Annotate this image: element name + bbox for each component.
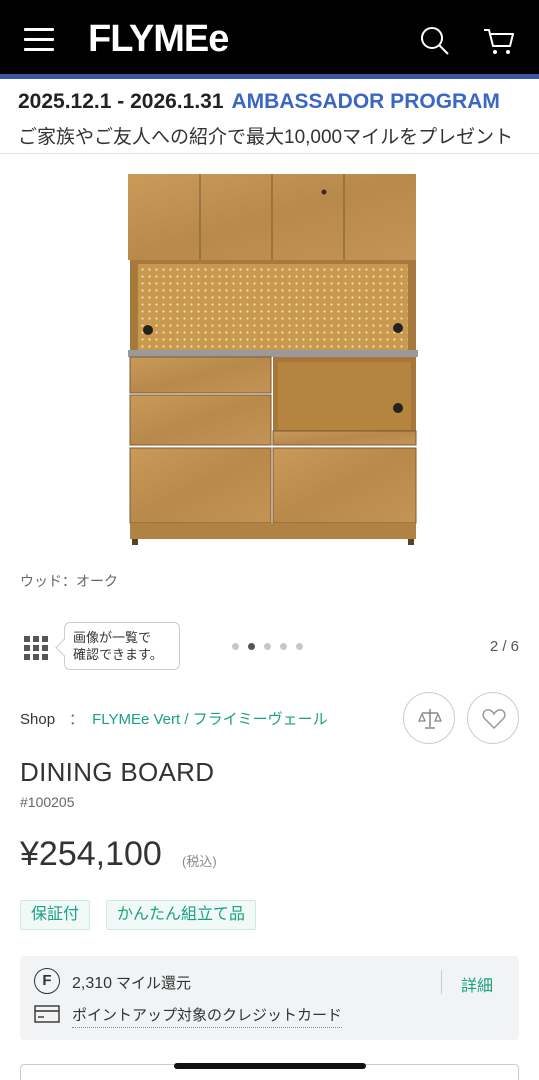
promo-program-name: AMBASSADOR PROGRAM bbox=[231, 90, 500, 113]
pagination-dot[interactable] bbox=[264, 643, 271, 650]
easy-assembly-badge: かんたん組立て品 bbox=[106, 900, 257, 930]
points-amount: 2,310 bbox=[72, 975, 113, 992]
product-title: DINING BOARD bbox=[20, 757, 215, 787]
promo-headline: 2025.12.1 - 2026.1.31 AMBASSADOR PROGRAM bbox=[18, 90, 500, 114]
favorite-button[interactable] bbox=[467, 692, 519, 744]
heart-icon bbox=[482, 709, 506, 730]
shop-row: Shop ： FLYMEe Vert / フライミーヴェール bbox=[20, 708, 328, 729]
tooltip-line1: 画像が一覧で bbox=[73, 630, 152, 645]
search-icon[interactable] bbox=[418, 24, 452, 58]
variant-caption: ウッド：オーク bbox=[20, 573, 118, 589]
points-detail-link[interactable]: 詳細 bbox=[461, 972, 493, 996]
promo-banner[interactable]: 2025.12.1 - 2026.1.31 AMBASSADOR PROGRAM … bbox=[0, 79, 539, 154]
gallery-tooltip: 画像が一覧で 確認できます。 bbox=[64, 622, 180, 670]
shop-link[interactable]: FLYMEe Vert / フライミーヴェール bbox=[92, 711, 328, 728]
home-indicator bbox=[174, 1063, 366, 1069]
points-box: F 2,310 マイル還元 詳細 ポイントアップ対象のクレジットカード bbox=[20, 956, 519, 1040]
promo-date-range: 2025.12.1 - 2026.1.31 bbox=[18, 90, 224, 113]
pagination-dot[interactable] bbox=[232, 643, 239, 650]
pagination-dot-active[interactable] bbox=[248, 643, 255, 650]
top-header: FLYMEe bbox=[0, 0, 539, 79]
product-image[interactable] bbox=[118, 168, 428, 552]
gallery-pagination bbox=[232, 643, 303, 650]
points-unit: マイル還元 bbox=[116, 975, 192, 992]
flymee-points-icon: F bbox=[34, 968, 60, 994]
product-price: ¥254,100 bbox=[20, 835, 162, 873]
pagination-dot[interactable] bbox=[296, 643, 303, 650]
product-sku: #100205 bbox=[20, 794, 75, 810]
divider bbox=[441, 970, 442, 994]
tax-note: (税込) bbox=[182, 854, 217, 869]
compare-button[interactable] bbox=[403, 692, 455, 744]
pagination-dot[interactable] bbox=[280, 643, 287, 650]
scale-icon bbox=[418, 709, 442, 729]
cart-icon[interactable] bbox=[482, 24, 516, 58]
grid-view-icon[interactable] bbox=[24, 636, 48, 660]
warranty-badge: 保証付 bbox=[20, 900, 91, 930]
shop-separator: ： bbox=[69, 711, 85, 728]
site-logo[interactable]: FLYMEe bbox=[88, 18, 229, 61]
image-counter: 2 / 6 bbox=[489, 638, 519, 655]
promo-description: ご家族やご友人への紹介で最大10,000マイルをプレゼント bbox=[18, 127, 514, 148]
shop-label: Shop bbox=[20, 711, 56, 728]
credit-card-link[interactable]: ポイントアップ対象のクレジットカード bbox=[72, 1004, 343, 1028]
hamburger-menu-icon[interactable] bbox=[24, 28, 54, 52]
points-text: 2,310 マイル還元 bbox=[72, 972, 191, 993]
credit-card-icon bbox=[34, 1005, 60, 1023]
tooltip-line2: 確認できます。 bbox=[73, 647, 163, 662]
